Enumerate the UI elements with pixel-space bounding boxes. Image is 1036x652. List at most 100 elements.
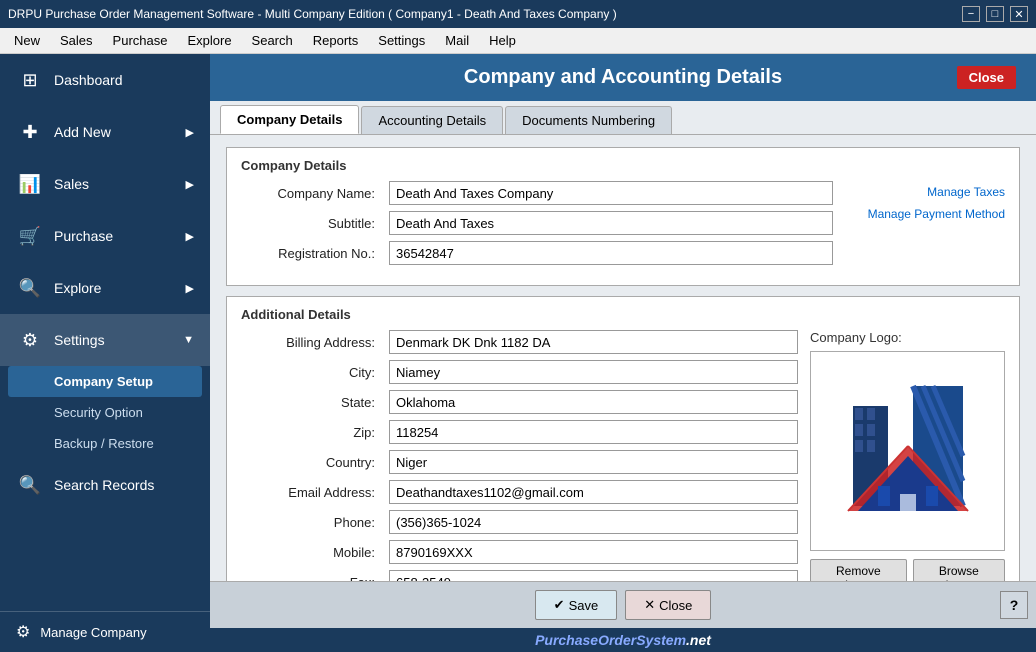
bottom-actions: ✔ Save ✕ Close — [535, 590, 712, 620]
menu-reports[interactable]: Reports — [303, 30, 369, 51]
brand-name: PurchaseOrderSystem — [535, 632, 686, 648]
company-details-form: Company Name: Subtitle: Registration No.… — [241, 181, 833, 265]
fax-input[interactable] — [389, 570, 798, 581]
sidebar-item-add-new[interactable]: ✚ Add New ▶ — [0, 106, 210, 158]
phone-label: Phone: — [241, 515, 381, 530]
close-x-icon: ✕ — [644, 597, 655, 613]
phone-input[interactable] — [389, 510, 798, 534]
menu-settings[interactable]: Settings — [368, 30, 435, 51]
menu-sales[interactable]: Sales — [50, 30, 103, 51]
sidebar-dashboard-label: Dashboard — [54, 72, 123, 88]
sidebar-search-records-label: Search Records — [54, 477, 154, 493]
save-label: Save — [569, 598, 599, 613]
close-button[interactable]: ✕ Close — [625, 590, 711, 620]
tab-accounting-details[interactable]: Accounting Details — [361, 106, 503, 134]
subtitle-label: Subtitle: — [241, 216, 381, 231]
email-label: Email Address: — [241, 485, 381, 500]
menu-explore[interactable]: Explore — [177, 30, 241, 51]
company-setup-label: Company Setup — [54, 374, 153, 389]
help-button[interactable]: ? — [1000, 591, 1028, 619]
close-label: Close — [659, 598, 692, 613]
mobile-label: Mobile: — [241, 545, 381, 560]
company-details-section: Company Details Company Name: Subtitle: … — [226, 147, 1020, 286]
zip-input[interactable] — [389, 420, 798, 444]
company-name-input[interactable] — [389, 181, 833, 205]
minimize-button[interactable]: − — [962, 6, 980, 22]
logo-buttons: Remove Logo Browse Logo — [810, 559, 1005, 581]
menu-new[interactable]: New — [4, 30, 50, 51]
sidebar-item-security-option[interactable]: Security Option — [0, 397, 210, 428]
content-header: Company and Accounting Details Close — [210, 54, 1036, 101]
mobile-input[interactable] — [389, 540, 798, 564]
company-name-label: Company Name: — [241, 186, 381, 201]
bottom-bar: ✔ Save ✕ Close ? — [210, 581, 1036, 628]
manage-company-icon: ⚙ — [16, 622, 30, 642]
tabs-container: Company Details Accounting Details Docum… — [210, 101, 1036, 135]
menu-search[interactable]: Search — [242, 30, 303, 51]
form-area: Company Details Company Name: Subtitle: … — [210, 135, 1036, 581]
additional-details-section: Additional Details Billing Address: City… — [226, 296, 1020, 581]
purchase-arrow: ▶ — [186, 230, 194, 243]
sidebar-item-backup-restore[interactable]: Backup / Restore — [0, 428, 210, 459]
logo-section: Company Logo: — [810, 330, 1005, 581]
sidebar: ⊞ Dashboard ✚ Add New ▶ 📊 Sales ▶ 🛒 Purc… — [0, 54, 210, 652]
maximize-button[interactable]: □ — [986, 6, 1004, 22]
purchase-icon: 🛒 — [16, 222, 44, 250]
dashboard-icon: ⊞ — [16, 66, 44, 94]
manage-taxes-link[interactable]: Manage Taxes — [927, 185, 1005, 199]
sidebar-nav: ⊞ Dashboard ✚ Add New ▶ 📊 Sales ▶ 🛒 Purc… — [0, 54, 210, 611]
menu-bar: New Sales Purchase Explore Search Report… — [0, 28, 1036, 54]
city-label: City: — [241, 365, 381, 380]
tab-documents-numbering[interactable]: Documents Numbering — [505, 106, 672, 134]
menu-purchase[interactable]: Purchase — [103, 30, 178, 51]
menu-help[interactable]: Help — [479, 30, 526, 51]
country-input[interactable] — [389, 450, 798, 474]
subtitle-input[interactable] — [389, 211, 833, 235]
main-layout: ⊞ Dashboard ✚ Add New ▶ 📊 Sales ▶ 🛒 Purc… — [0, 54, 1036, 652]
browse-logo-button[interactable]: Browse Logo — [913, 559, 1005, 581]
sidebar-item-search-records[interactable]: 🔍 Search Records — [0, 459, 210, 511]
sidebar-purchase-label: Purchase — [54, 228, 113, 244]
security-option-label: Security Option — [54, 405, 143, 420]
registration-input[interactable] — [389, 241, 833, 265]
header-close-button[interactable]: Close — [957, 66, 1016, 89]
billing-address-input[interactable] — [389, 330, 798, 354]
additional-left: Billing Address: City: State: Zip: Count… — [241, 330, 798, 581]
state-label: State: — [241, 395, 381, 410]
state-input[interactable] — [389, 390, 798, 414]
settings-arrow: ▼ — [183, 334, 194, 346]
content-area: Company and Accounting Details Close Com… — [210, 54, 1036, 652]
sidebar-settings-label: Settings — [54, 332, 105, 348]
app-title: DRPU Purchase Order Management Software … — [8, 7, 617, 21]
sidebar-item-company-setup[interactable]: Company Setup — [8, 366, 202, 397]
manage-company-button[interactable]: ⚙ Manage Company — [0, 611, 210, 652]
tab-company-details[interactable]: Company Details — [220, 105, 359, 134]
save-button[interactable]: ✔ Save — [535, 590, 618, 620]
menu-mail[interactable]: Mail — [435, 30, 479, 51]
sidebar-addnew-label: Add New — [54, 124, 111, 140]
bottom-right: ? — [711, 591, 1028, 619]
company-logo-image — [833, 366, 983, 536]
sidebar-item-purchase[interactable]: 🛒 Purchase ▶ — [0, 210, 210, 262]
window-close-button[interactable]: ✕ — [1010, 6, 1028, 22]
country-label: Country: — [241, 455, 381, 470]
title-bar: DRPU Purchase Order Management Software … — [0, 0, 1036, 28]
sales-icon: 📊 — [16, 170, 44, 198]
sidebar-item-settings[interactable]: ⚙ Settings ▼ — [0, 314, 210, 366]
sidebar-sales-label: Sales — [54, 176, 89, 192]
additional-details-header: Additional Details — [241, 307, 1005, 322]
logo-label: Company Logo: — [810, 330, 1005, 345]
remove-logo-button[interactable]: Remove Logo — [810, 559, 907, 581]
registration-label: Registration No.: — [241, 246, 381, 261]
sidebar-item-sales[interactable]: 📊 Sales ▶ — [0, 158, 210, 210]
add-new-icon: ✚ — [16, 118, 44, 146]
manage-payment-link[interactable]: Manage Payment Method — [868, 207, 1005, 221]
sidebar-item-dashboard[interactable]: ⊞ Dashboard — [0, 54, 210, 106]
city-input[interactable] — [389, 360, 798, 384]
settings-icon: ⚙ — [16, 326, 44, 354]
sales-arrow: ▶ — [186, 178, 194, 191]
logo-box — [810, 351, 1005, 551]
company-details-section-header: Company Details — [241, 158, 1005, 173]
email-input[interactable] — [389, 480, 798, 504]
sidebar-item-explore[interactable]: 🔍 Explore ▶ — [0, 262, 210, 314]
